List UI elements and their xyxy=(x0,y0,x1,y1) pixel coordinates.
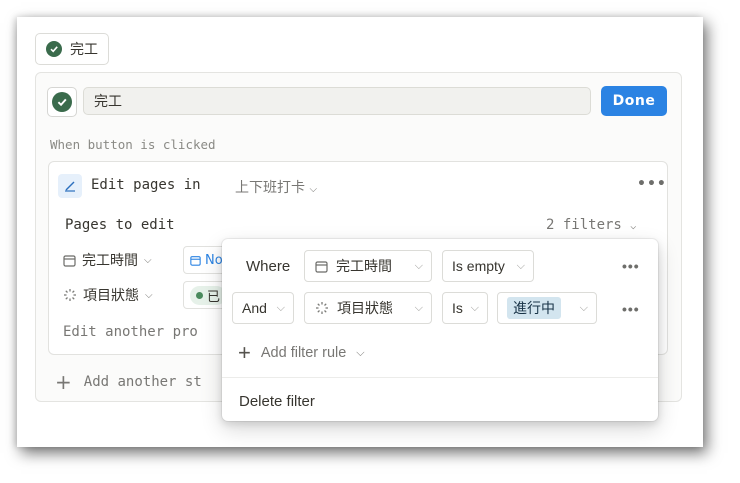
property-row-1[interactable]: 完工時間 ⌵ xyxy=(63,250,152,270)
trigger-label: When button is clicked xyxy=(50,137,216,152)
filter-conjunction: Where xyxy=(246,258,291,275)
database-selector[interactable]: 上下班打卡 ⌵ xyxy=(235,177,317,197)
edit-pages-icon xyxy=(58,174,82,198)
pages-to-edit-label: Pages to edit xyxy=(65,217,175,233)
add-step-label: Add another st xyxy=(83,374,202,390)
add-step-button[interactable]: + Add another st xyxy=(55,372,202,392)
filter-property-select[interactable]: 完工時間 ⌵ xyxy=(304,250,432,282)
property-name: 完工時間 xyxy=(82,253,138,269)
filter-popup: Where 完工時間 ⌵ Is empty ⌵ ••• And ⌵ 項目狀態 ⌵… xyxy=(222,239,658,421)
button-name-input[interactable]: 完工 xyxy=(83,87,591,115)
chevron-down-icon: ⌵ xyxy=(516,259,525,272)
filter-operator-select[interactable]: Is empty ⌵ xyxy=(442,250,534,282)
step-more-icon[interactable]: ••• xyxy=(637,176,667,192)
check-circle-icon xyxy=(52,92,72,112)
plus-icon: + xyxy=(55,370,72,394)
check-circle-icon xyxy=(46,41,62,57)
chevron-down-icon: ⌵ xyxy=(356,346,365,359)
chevron-down-icon: ⌵ xyxy=(414,301,423,314)
filter-value-select[interactable]: 進行中 ⌵ xyxy=(497,292,597,324)
delete-filter-button[interactable]: Delete filter xyxy=(239,393,315,410)
edit-another-property[interactable]: Edit another pro xyxy=(63,324,198,340)
filter-rule-more-icon[interactable]: ••• xyxy=(622,301,640,317)
filters-count: 2 filters xyxy=(546,217,622,233)
divider xyxy=(222,377,658,378)
status-loading-icon xyxy=(64,289,76,301)
database-name: 上下班打卡 xyxy=(235,180,305,196)
filters-toggle[interactable]: 2 filters ⌵ xyxy=(546,217,636,233)
filter-rule-more-icon[interactable]: ••• xyxy=(622,258,640,274)
filter-conjunction-select[interactable]: And ⌵ xyxy=(232,292,294,324)
status-loading-icon xyxy=(316,302,328,314)
button-chip-label: 完工 xyxy=(70,42,98,58)
property-name: 項目狀態 xyxy=(337,300,393,316)
filter-operator-select[interactable]: Is ⌵ xyxy=(442,292,488,324)
conjunction-name: And xyxy=(242,300,267,316)
property-name: 項目狀態 xyxy=(83,288,139,304)
chevron-down-icon: ⌵ xyxy=(470,301,479,314)
chevron-down-icon: ⌵ xyxy=(145,289,153,301)
chevron-down-icon: ⌵ xyxy=(414,259,423,272)
calendar-icon xyxy=(190,255,201,266)
status-tag: 已 xyxy=(190,285,227,305)
operator-name: Is xyxy=(452,300,463,316)
value-text: No xyxy=(205,252,223,268)
chevron-down-icon: ⌵ xyxy=(144,254,152,266)
chevron-down-icon: ⌵ xyxy=(579,301,588,314)
chevron-down-icon: ⌵ xyxy=(309,184,318,195)
add-filter-rule-label: Add filter rule xyxy=(260,345,347,361)
property-name: 完工時間 xyxy=(336,258,392,274)
property-row-2[interactable]: 項目狀態 ⌵ xyxy=(63,285,153,305)
button-chip[interactable]: 完工 xyxy=(35,33,109,65)
add-filter-rule-button[interactable]: + Add filter rule ⌵ xyxy=(238,342,365,364)
value-text: 已 xyxy=(207,289,221,305)
calendar-icon xyxy=(63,254,76,267)
operator-name: Is empty xyxy=(452,258,505,274)
status-value-tag: 進行中 xyxy=(507,297,561,319)
status-dot-icon xyxy=(196,291,203,299)
step-title: Edit pages in xyxy=(91,177,201,193)
icon-picker-button[interactable] xyxy=(47,87,77,117)
chevron-down-icon: ⌵ xyxy=(630,221,637,232)
window: 完工 完工 Done When button is clicked Edit p… xyxy=(17,17,703,447)
calendar-icon xyxy=(315,260,328,273)
chevron-down-icon: ⌵ xyxy=(276,301,285,314)
done-button[interactable]: Done xyxy=(601,86,667,116)
filter-property-select[interactable]: 項目狀態 ⌵ xyxy=(304,292,432,324)
plus-icon: + xyxy=(238,340,251,365)
